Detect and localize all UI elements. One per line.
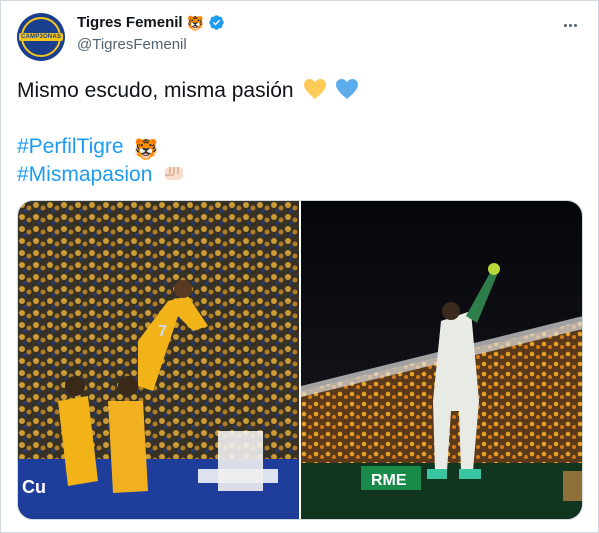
avatar-badge: CAMP3ONAS <box>18 33 64 41</box>
hashtag-line: #PerfilTigre 🐯 <box>17 134 158 163</box>
fist-icon <box>165 167 184 180</box>
jersey-number-text: 7 <box>158 323 167 340</box>
photo-goalkeeper-celebrating[interactable]: RME <box>301 201 582 519</box>
display-name[interactable]: Tigres Femenil <box>77 14 183 31</box>
photo-players-celebrating[interactable]: Cu 7 <box>18 201 299 519</box>
tweet-text: Mismo escudo, misma pasión <box>17 79 294 102</box>
more-options-button[interactable] <box>558 13 582 37</box>
more-dot-icon <box>563 23 567 27</box>
hashtag-mismapasion-link[interactable]: #Mismapasion <box>17 163 152 186</box>
yellow-heart-icon <box>304 79 327 99</box>
media-grid: Cu 7 RME <box>17 200 583 520</box>
tiger-face-icon: 🐯 <box>133 139 159 161</box>
goalkeeper-celebrating-photo: RME <box>301 201 582 519</box>
tweet-text-line: Mismo escudo, misma pasión <box>17 78 359 104</box>
author-handle[interactable]: @TigresFemenil <box>77 36 187 53</box>
more-dot-icon <box>568 23 572 27</box>
hashtag-line: #Mismapasion <box>17 162 186 188</box>
verified-badge-icon <box>209 15 224 30</box>
sponsor-banner-text: RME <box>371 472 407 489</box>
tiger-emoji-icon: 🐯 <box>186 14 205 31</box>
more-dot-icon <box>573 23 577 27</box>
tweet-card[interactable]: CAMP3ONAS Tigres Femenil 🐯 @TigresFemeni… <box>0 0 599 533</box>
author-name-row: Tigres Femenil 🐯 <box>77 14 225 31</box>
avatar-ring: CAMP3ONAS <box>18 17 64 57</box>
avatar[interactable]: CAMP3ONAS <box>17 13 65 61</box>
blue-heart-icon <box>336 79 359 99</box>
players-celebrating-photo: Cu 7 <box>18 201 299 519</box>
hashtag-perfiltigre-link[interactable]: #PerfilTigre <box>17 135 124 158</box>
sponsor-banner-text: Cu <box>22 477 46 497</box>
